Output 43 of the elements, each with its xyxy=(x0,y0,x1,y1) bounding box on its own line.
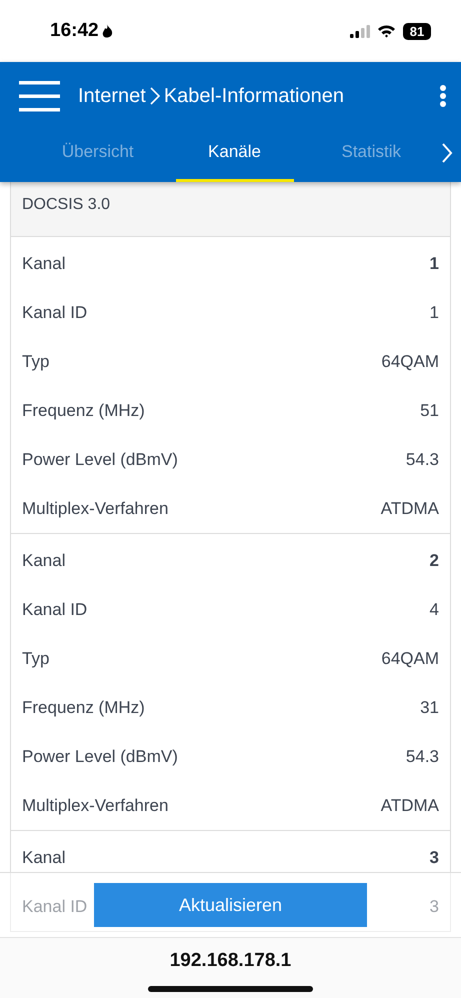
status-time: 16:42 xyxy=(50,20,99,42)
field-label: Power Level (dBmV) xyxy=(22,746,178,766)
field-label: Power Level (dBmV) xyxy=(22,450,178,470)
field-value: 3 xyxy=(430,896,439,916)
field-value: 31 xyxy=(420,698,439,718)
field-label: Typ xyxy=(22,648,50,668)
breadcrumb-link[interactable]: Internet xyxy=(78,84,146,108)
menu-icon[interactable] xyxy=(19,80,60,112)
field-value: 54.3 xyxy=(406,746,439,766)
field-label: Frequenz (MHz) xyxy=(22,400,145,420)
field-label: Kanal xyxy=(22,254,66,274)
page-title: Kabel-Informationen xyxy=(164,84,344,108)
section-title: DOCSIS 3.0 xyxy=(22,196,110,213)
field-label: Multiplex-Verfahren xyxy=(22,498,168,518)
field-value: ATDMA xyxy=(380,796,439,816)
field-label: Kanal xyxy=(22,550,66,570)
wifi-icon xyxy=(377,24,396,38)
field-value: 2 xyxy=(430,550,439,570)
more-options-icon[interactable] xyxy=(439,85,447,107)
field-label: Multiplex-Verfahren xyxy=(22,796,168,816)
field-value: 1 xyxy=(430,254,439,274)
field-value: 3 xyxy=(430,848,439,868)
field-label: Frequenz (MHz) xyxy=(22,698,145,718)
field-value: 1 xyxy=(430,302,439,322)
battery-indicator: 81 xyxy=(403,22,431,40)
field-label: Kanal xyxy=(22,848,66,868)
field-value: 54.3 xyxy=(406,450,439,470)
field-value: 4 xyxy=(430,600,439,620)
refresh-button[interactable]: Aktualisieren xyxy=(94,883,367,927)
field-label: Kanal ID xyxy=(22,302,88,322)
flame-icon xyxy=(102,24,113,38)
field-value: 64QAM xyxy=(381,352,439,372)
field-label: Kanal ID xyxy=(22,600,88,620)
url-text: 192.168.178.1 xyxy=(170,950,292,972)
tab[interactable]: Übersicht xyxy=(38,130,158,182)
chevron-right-icon xyxy=(150,87,160,105)
field-value: 51 xyxy=(420,400,439,420)
signal-icon xyxy=(350,24,370,38)
tab[interactable]: Statistik xyxy=(312,130,431,182)
field-value: ATDMA xyxy=(380,498,439,518)
field-label: Typ xyxy=(22,352,50,372)
field-label: Kanal ID xyxy=(22,896,88,916)
field-value: 64QAM xyxy=(381,648,439,668)
